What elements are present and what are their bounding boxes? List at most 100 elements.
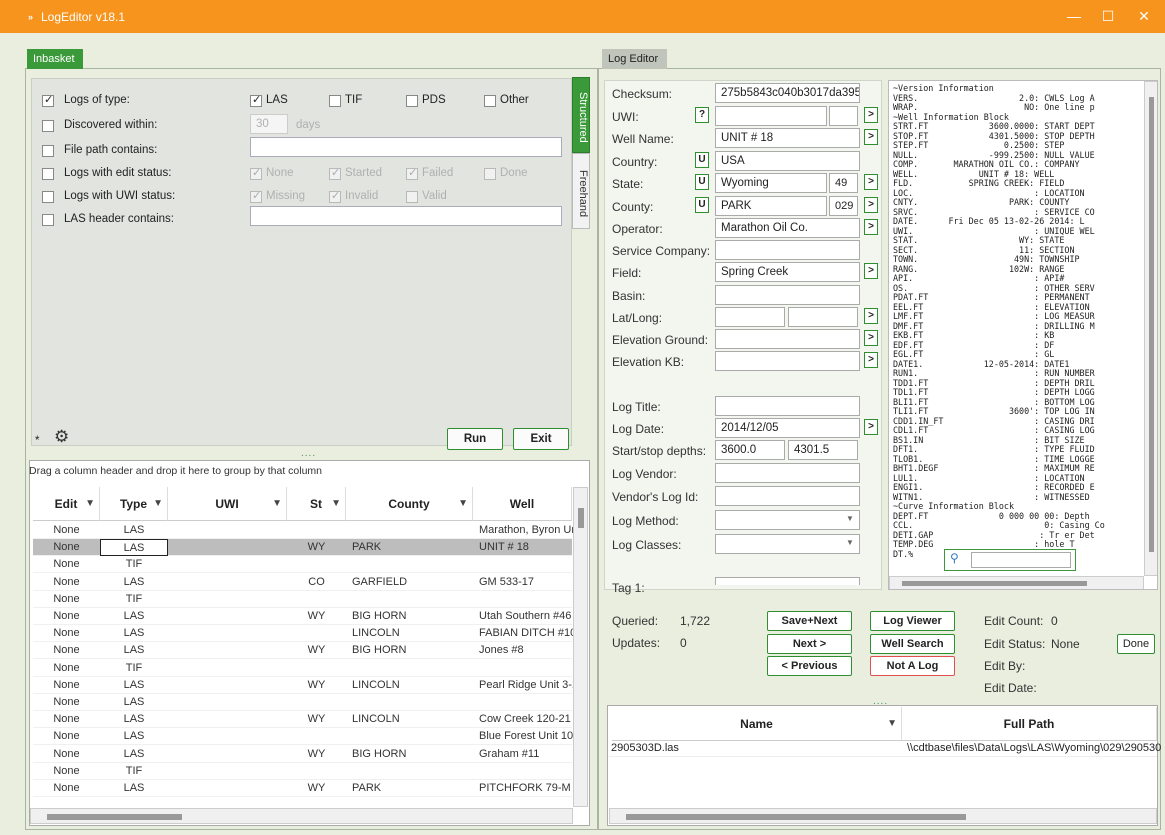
column-header-county[interactable]: County ▼ (346, 487, 473, 521)
well-name-field[interactable]: UNIT # 18 (715, 128, 860, 148)
header-vscrollbar[interactable] (1144, 81, 1157, 576)
well-search-button[interactable]: Well Search (870, 634, 955, 654)
u-button[interactable]: U (695, 174, 709, 190)
run-button[interactable]: Run (447, 428, 503, 450)
table-row[interactable]: None LAS WY PARK UNIT # 18 (33, 539, 572, 557)
las-checkbox[interactable] (250, 93, 262, 107)
table-row[interactable]: None LAS WY LINCOLN Cow Creek 120-21 (33, 711, 572, 729)
column-header-full-path[interactable]: Full Path (902, 707, 1157, 741)
las-header-checkbox[interactable] (42, 214, 54, 226)
elev-kb-field[interactable] (715, 351, 860, 371)
filter-icon[interactable]: ▼ (272, 487, 282, 521)
splitter-grip[interactable]: .... (301, 448, 316, 459)
column-header-well[interactable]: Well (473, 487, 572, 521)
close-button[interactable]: ✕ (1133, 6, 1155, 26)
uwi-missing-checkbox[interactable] (250, 189, 262, 203)
status-done-checkbox[interactable] (484, 168, 496, 180)
lookup-arrow-button[interactable]: > (864, 330, 878, 346)
table-row[interactable]: None LAS LINCOLN FABIAN DITCH #10-. (33, 625, 578, 643)
previous-button[interactable]: < Previous (767, 656, 852, 676)
chevron-down-icon[interactable]: ▼ (846, 514, 854, 523)
discovered-checkbox[interactable] (42, 120, 54, 132)
lookup-arrow-button[interactable]: > (864, 219, 878, 235)
log-vendor-field[interactable] (715, 463, 860, 483)
county-field[interactable]: PARK (715, 196, 827, 216)
minimize-button[interactable]: — (1063, 6, 1085, 26)
table-row[interactable]: None LAS WY LINCOLN Pearl Ridge Unit 3-1 (33, 677, 578, 694)
filter-icon[interactable]: ▼ (887, 707, 897, 741)
done-button[interactable]: Done (1117, 634, 1155, 654)
logs-of-type-checkbox[interactable] (42, 93, 54, 107)
lookup-arrow-button[interactable]: > (864, 352, 878, 368)
column-header-edit[interactable]: Edit ▼ (33, 487, 100, 521)
uwi-suffix-field[interactable] (829, 106, 858, 126)
field-field[interactable]: Spring Creek (715, 262, 860, 282)
other-checkbox[interactable] (484, 95, 496, 107)
table-row[interactable]: None TIF (33, 660, 572, 677)
log-title-field[interactable] (715, 396, 860, 416)
table-row[interactable]: None LAS WY PARK PITCHFORK 79-M (33, 780, 572, 797)
filter-icon[interactable]: ▼ (153, 487, 163, 521)
log-method-field[interactable] (715, 510, 860, 530)
operator-field[interactable]: Marathon Oil Co. (715, 218, 860, 238)
uwi-valid-checkbox[interactable] (406, 191, 418, 203)
gear-icon[interactable]: ⚙ (54, 427, 69, 447)
service-company-field[interactable] (715, 240, 860, 260)
header-hscrollbar[interactable] (889, 576, 1144, 589)
longitude-field[interactable] (788, 307, 858, 327)
tab-structured[interactable]: Structured (572, 77, 590, 153)
files-hscrollbar[interactable] (609, 808, 1157, 824)
las-header-input[interactable] (250, 206, 562, 226)
status-none-checkbox[interactable] (250, 166, 262, 180)
uwi-field[interactable] (715, 106, 827, 126)
filter-icon[interactable]: ▼ (331, 487, 341, 521)
column-header-name[interactable]: Name ▼ (612, 707, 902, 741)
country-field[interactable]: USA (715, 151, 860, 171)
lookup-arrow-button[interactable]: > (864, 263, 878, 279)
checksum-field[interactable]: 275b5843c040b3017da3952 (715, 83, 860, 103)
log-date-field[interactable]: 2014/12/05 (715, 418, 860, 438)
next-button[interactable]: Next > (767, 634, 852, 654)
save-next-button[interactable]: Save+Next (767, 611, 852, 631)
edit-status-checkbox[interactable] (42, 168, 54, 180)
header-search-box[interactable]: ⚲ (944, 549, 1076, 571)
vendor-log-id-field[interactable] (715, 486, 860, 506)
grid-vscrollbar[interactable] (573, 487, 588, 807)
tif-checkbox[interactable] (329, 95, 341, 107)
table-row[interactable]: None LAS WY BIG HORN Utah Southern #46 (33, 608, 572, 625)
column-header-st[interactable]: St ▼ (287, 487, 346, 521)
lookup-arrow-button[interactable]: > (864, 129, 878, 145)
start-depth-field[interactable]: 3600.0 (715, 440, 785, 460)
uwi-status-checkbox[interactable] (42, 191, 54, 203)
table-row[interactable]: None LAS CO GARFIELD GM 533-17 (33, 574, 572, 591)
maximize-button[interactable]: ☐ (1097, 6, 1119, 26)
tab-freehand[interactable]: Freehand (572, 153, 590, 229)
file-row[interactable]: 2905303D.las \\cdtbase\files\Data\Logs\L… (609, 741, 1161, 757)
lookup-arrow-button[interactable]: > (864, 308, 878, 324)
table-row[interactable]: None TIF (33, 591, 572, 608)
status-started-checkbox[interactable] (329, 166, 341, 180)
column-header-uwi[interactable]: UWI ▼ (168, 487, 287, 521)
uwi-invalid-checkbox[interactable] (329, 189, 341, 203)
status-failed-checkbox[interactable] (406, 166, 418, 180)
log-viewer-button[interactable]: Log Viewer (870, 611, 955, 631)
table-row[interactable]: None LAS Blue Forest Unit 10- (33, 728, 577, 746)
tab-inbasket[interactable]: Inbasket (27, 49, 83, 69)
discovered-days-stepper[interactable]: 30 (250, 114, 288, 134)
table-row[interactable]: None TIF (33, 556, 572, 574)
help-button[interactable]: ? (695, 107, 709, 123)
chevron-down-icon[interactable]: ▼ (846, 538, 854, 547)
filter-icon[interactable]: ▼ (85, 487, 95, 521)
file-path-input[interactable] (250, 137, 562, 157)
lookup-arrow-button[interactable]: > (864, 107, 878, 123)
county-code-field[interactable]: 029 (829, 196, 858, 216)
table-row[interactable]: None LAS Marathon, Byron Un (33, 522, 577, 539)
latitude-field[interactable] (715, 307, 785, 327)
table-row[interactable]: None LAS (33, 694, 572, 711)
not-a-log-button[interactable]: Not A Log (870, 656, 955, 676)
lookup-arrow-button[interactable]: > (864, 419, 878, 435)
u-button[interactable]: U (695, 152, 709, 168)
table-row[interactable]: None TIF (33, 763, 572, 780)
table-row[interactable]: None LAS WY BIG HORN Graham #11 (33, 746, 572, 763)
tab-log-editor[interactable]: Log Editor (602, 49, 667, 69)
